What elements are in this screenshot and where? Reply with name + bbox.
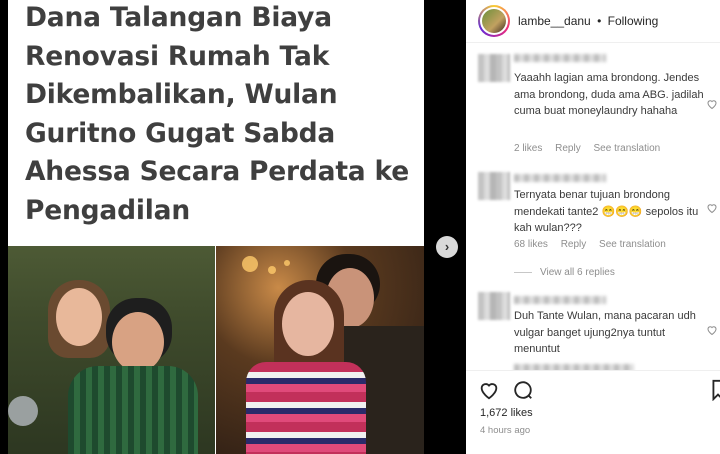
post-header: lambe__danu • Following <box>466 0 720 43</box>
article-headline: Dana Talangan Biaya Renovasi Rumah Tak D… <box>25 2 410 226</box>
comment-likes[interactable]: 68 likes <box>514 239 548 250</box>
post-timestamp: 4 hours ago <box>480 425 531 436</box>
heart-icon[interactable] <box>706 202 718 214</box>
comment-text: Ternyata benar tujuan brondong mendekati… <box>514 189 699 234</box>
blurred-username <box>514 296 606 304</box>
blurred-avatar <box>478 54 510 82</box>
blurred-avatar <box>478 292 510 320</box>
reply-button[interactable]: Reply <box>561 239 587 250</box>
list-item: Duh Tante Wulan, mana pacaran udh vulgar… <box>478 292 720 370</box>
chevron-right-icon[interactable]: › <box>436 236 458 258</box>
photo-couple-right <box>216 246 424 454</box>
post-actions: 1,672 likes 4 hours ago <box>466 370 720 454</box>
photo-couple-left <box>8 246 215 454</box>
blurred-username <box>514 54 606 62</box>
reply-button[interactable]: Reply <box>555 143 581 154</box>
blurred-username <box>514 174 606 182</box>
see-translation-link[interactable]: See translation <box>599 239 666 250</box>
comment-text: Duh Tante Wulan, mana pacaran udh vulgar… <box>514 310 696 355</box>
list-item: Yaaahh lagian ama brondong. Jendes ama b… <box>478 50 720 156</box>
view-replies-label: View all 6 replies <box>540 267 615 278</box>
avatar[interactable] <box>478 5 510 37</box>
heart-icon[interactable] <box>706 98 718 110</box>
bookmark-icon[interactable] <box>712 379 720 401</box>
heart-icon[interactable] <box>478 379 500 401</box>
comments-list: Yaaahh lagian ama brondong. Jendes ama b… <box>466 44 720 370</box>
view-replies-button[interactable]: View all 6 replies <box>514 267 615 278</box>
see-translation-link[interactable]: See translation <box>594 143 661 154</box>
header-separator: • <box>597 14 602 28</box>
news-article-image: Dana Talangan Biaya Renovasi Rumah Tak D… <box>8 0 424 454</box>
comment-bubble-icon[interactable] <box>512 379 534 401</box>
comments-panel: lambe__danu • Following Yaaahh lagian am… <box>466 0 720 454</box>
list-item: Ternyata benar tujuan brondong mendekati… <box>478 172 720 282</box>
following-button[interactable]: Following <box>608 14 659 28</box>
username-link[interactable]: lambe__danu <box>518 14 591 28</box>
likes-count[interactable]: 1,672 likes <box>480 407 533 419</box>
comment-text: Yaaahh lagian ama brondong. Jendes ama b… <box>514 72 704 117</box>
blurred-avatar <box>478 172 510 200</box>
comment-likes[interactable]: 2 likes <box>514 143 542 154</box>
post-media: Dana Talangan Biaya Renovasi Rumah Tak D… <box>0 0 466 454</box>
heart-icon[interactable] <box>706 324 718 336</box>
